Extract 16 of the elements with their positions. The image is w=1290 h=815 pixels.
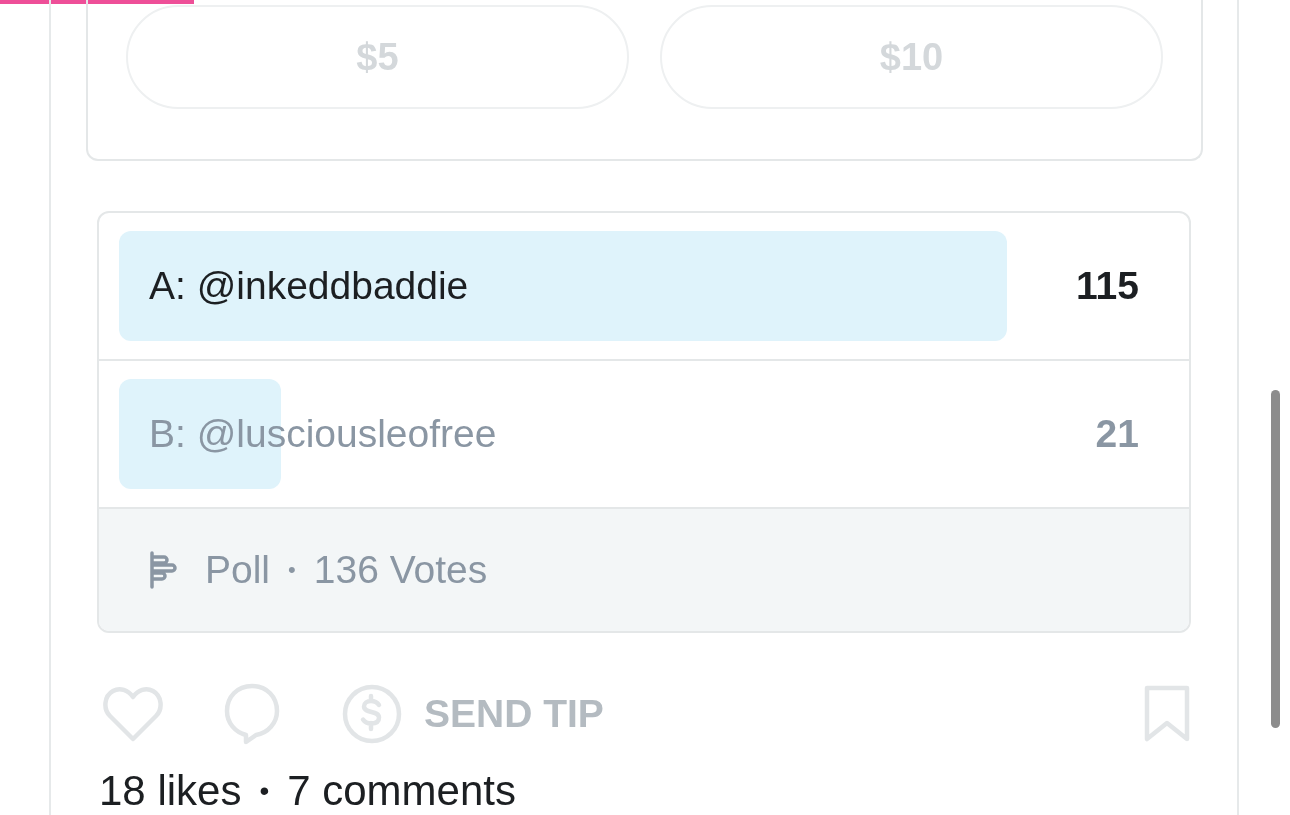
separator-dot: • — [259, 775, 270, 807]
dollar-coin-icon — [342, 684, 402, 744]
likes-count[interactable]: 18 likes — [99, 767, 242, 815]
heart-icon[interactable] — [103, 685, 163, 743]
vote-count: 21 — [1095, 412, 1139, 456]
poll-option[interactable]: A: @inkeddbaddie 115 — [99, 213, 1189, 361]
comment-icon[interactable] — [224, 683, 280, 745]
comments-count[interactable]: 7 comments — [287, 767, 516, 815]
separator-dot: • — [288, 557, 296, 583]
vote-total: 136 Votes — [313, 548, 488, 592]
poll-type-label: Poll — [205, 548, 271, 592]
bookmark-icon[interactable] — [1143, 685, 1191, 743]
vote-count: 115 — [1076, 264, 1139, 308]
scrollbar[interactable] — [1271, 390, 1280, 728]
option-label: B: @lusciousleofree — [148, 412, 498, 456]
option-label: A: @inkeddbaddie — [148, 264, 470, 308]
